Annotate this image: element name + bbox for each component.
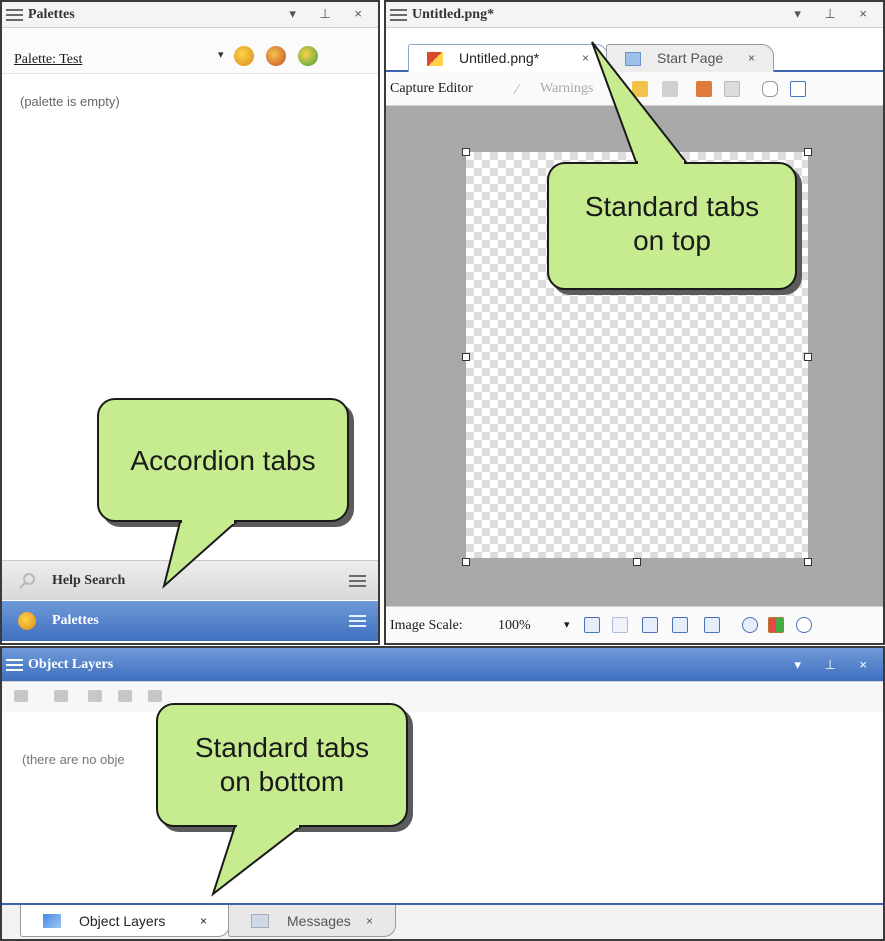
resize-handle[interactable] xyxy=(804,148,812,156)
palette-icon[interactable] xyxy=(234,46,254,66)
color-grid-icon[interactable] xyxy=(768,617,784,633)
menu-icon xyxy=(349,615,366,627)
panel-controls[interactable]: ▾ ⊥ × xyxy=(794,6,877,22)
tab-label: Messages xyxy=(287,913,351,929)
object-layers-title: Object Layers xyxy=(28,657,114,672)
hand-icon[interactable] xyxy=(762,81,778,97)
callout-accordion-tabs: Accordion tabs xyxy=(97,398,349,522)
resize-handle[interactable] xyxy=(633,558,641,566)
image-scale-select[interactable]: 100% xyxy=(498,618,531,634)
tab-label: Object Layers xyxy=(79,913,166,929)
palette-selector-row: Palette: Test ▾ xyxy=(2,28,378,74)
editor-titlebar: Untitled.png* ▾ ⊥ × xyxy=(386,2,883,28)
layers-empty-text: (there are no obje xyxy=(22,752,125,767)
accordion-tab-palettes[interactable]: Palettes xyxy=(2,601,378,641)
resize-handle[interactable] xyxy=(462,558,470,566)
tab-untitled-png[interactable]: Untitled.png* × xyxy=(408,44,608,72)
capture-editor-label: Capture Editor xyxy=(390,81,473,96)
callout-standard-tabs-bottom: Standard tabs on bottom xyxy=(156,703,408,827)
image-scale-label: Image Scale: xyxy=(390,618,463,633)
wand-icon[interactable]: ⁄ xyxy=(516,81,532,97)
palettes-titlebar: Palettes ▾ ⊥ × xyxy=(2,2,378,28)
callout-tail xyxy=(591,41,689,164)
image-scale-bar: Image Scale: 100% ▾ xyxy=(386,606,883,643)
zoom-out-icon[interactable] xyxy=(584,617,600,633)
magnifier-icon[interactable] xyxy=(796,617,812,633)
accordion-label: Palettes xyxy=(52,613,99,628)
close-icon[interactable]: × xyxy=(200,914,207,928)
menu-icon xyxy=(349,575,366,587)
fit-width-icon[interactable] xyxy=(672,617,688,633)
close-icon[interactable]: × xyxy=(582,51,589,65)
callout-standard-tabs-top: Standard tabs on top xyxy=(547,162,797,290)
editor-title: Untitled.png* xyxy=(412,7,495,22)
palette-empty-text: (palette is empty) xyxy=(20,94,120,109)
layers-icon xyxy=(43,914,61,928)
image-file-icon xyxy=(427,52,443,66)
resize-handle[interactable] xyxy=(804,558,812,566)
palettes-title: Palettes xyxy=(28,7,75,22)
tab-object-layers[interactable]: Object Layers × xyxy=(20,905,230,937)
object-layers-titlebar: Object Layers ▾ ⊥ × xyxy=(2,648,883,682)
palette-selector[interactable]: Palette: Test xyxy=(14,52,82,68)
actual-size-icon[interactable] xyxy=(612,617,628,633)
tab-messages[interactable]: Messages × xyxy=(228,905,396,937)
resize-handle[interactable] xyxy=(462,353,470,361)
menu-icon[interactable] xyxy=(6,659,23,671)
dropdown-arrow-icon[interactable]: ▾ xyxy=(564,618,570,631)
properties-icon[interactable] xyxy=(14,690,28,702)
tab-label: Untitled.png* xyxy=(459,50,540,66)
bring-to-front-icon[interactable] xyxy=(54,690,68,702)
close-icon[interactable]: × xyxy=(366,914,373,928)
resize-handle[interactable] xyxy=(462,148,470,156)
dropdown-arrow-icon[interactable]: ▾ xyxy=(218,48,224,61)
panel-controls[interactable]: ▾ ⊥ × xyxy=(289,6,372,22)
layers-toolbar xyxy=(2,682,883,712)
callout-tail xyxy=(162,520,239,589)
object-layers-panel: Object Layers ▾ ⊥ × (there are no obje O… xyxy=(0,646,885,941)
callout-tail xyxy=(211,824,304,897)
palette-icon xyxy=(18,612,36,630)
menu-icon[interactable] xyxy=(6,9,23,21)
warnings-button[interactable]: Warnings xyxy=(540,81,593,97)
frame-icon[interactable] xyxy=(724,81,740,97)
resize-handle[interactable] xyxy=(804,353,812,361)
center-icon[interactable] xyxy=(742,617,758,633)
send-to-back-icon[interactable] xyxy=(148,690,162,702)
bring-forward-icon[interactable] xyxy=(88,690,102,702)
zoom-in-icon[interactable] xyxy=(642,617,658,633)
bottom-tab-strip: Object Layers × Messages × xyxy=(2,903,883,939)
menu-icon[interactable] xyxy=(390,9,407,21)
messages-icon xyxy=(251,914,269,928)
palette-settings-icon[interactable] xyxy=(298,46,318,66)
pointer-icon[interactable] xyxy=(790,81,806,97)
send-backward-icon[interactable] xyxy=(118,690,132,702)
search-icon xyxy=(19,573,35,589)
delete-palette-icon[interactable] xyxy=(266,46,286,66)
fit-height-icon[interactable] xyxy=(704,617,720,633)
close-icon[interactable]: × xyxy=(748,51,755,65)
panel-controls[interactable]: ▾ ⊥ × xyxy=(794,657,877,673)
accordion-label: Help Search xyxy=(52,573,126,588)
